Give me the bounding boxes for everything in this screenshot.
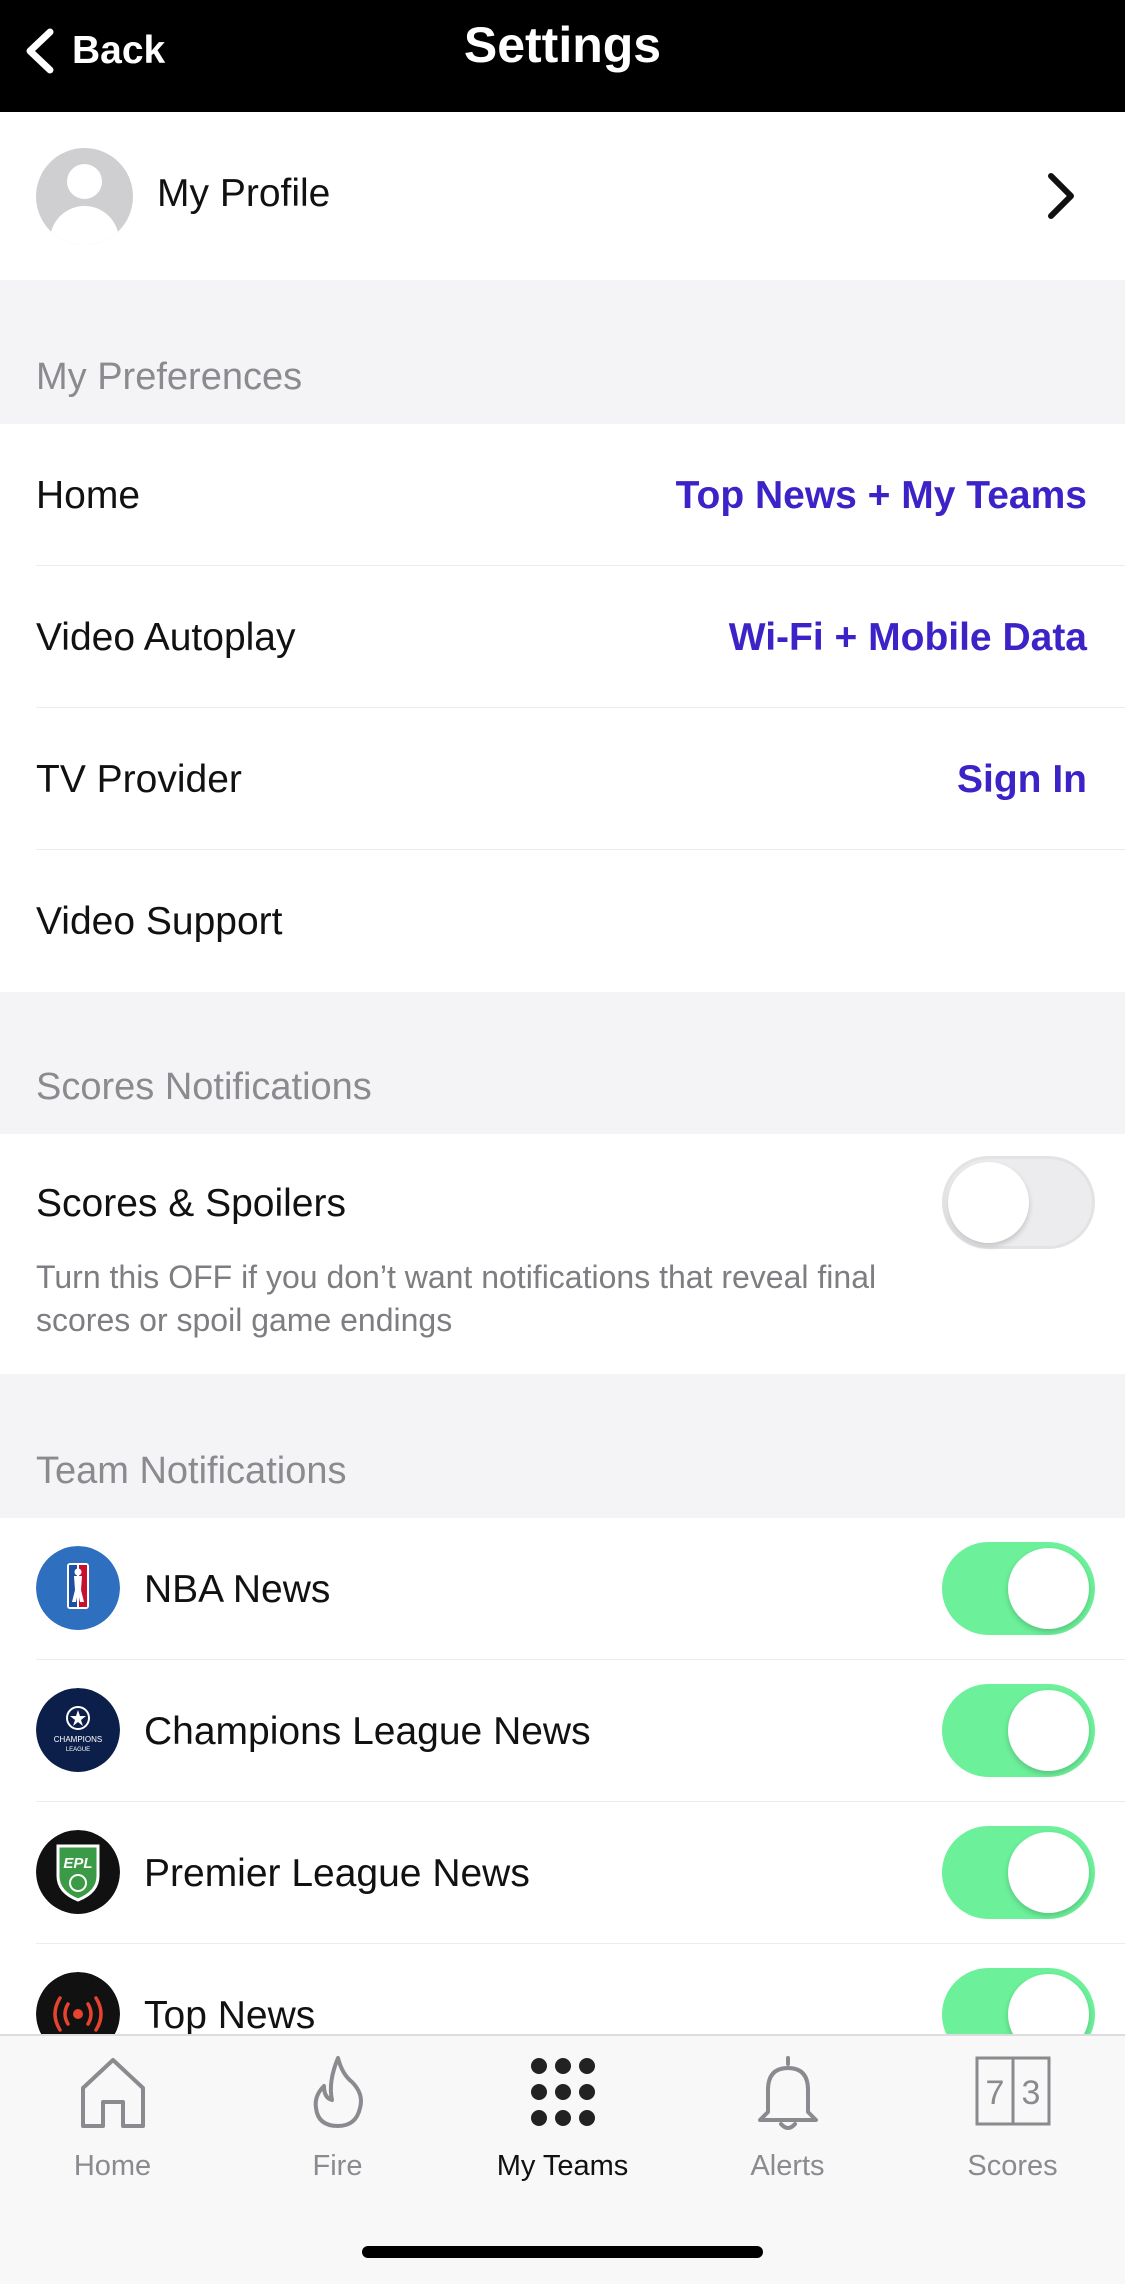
preferences-group: Home Top News + My Teams Video Autoplay … bbox=[0, 424, 1125, 992]
avatar-icon bbox=[36, 148, 133, 245]
house-icon bbox=[80, 2058, 145, 2128]
tab-my-teams[interactable]: My Teams bbox=[450, 2052, 675, 2212]
bell-icon bbox=[757, 2056, 818, 2130]
team-label: Top News bbox=[144, 1994, 316, 2037]
chevron-right-icon bbox=[1048, 173, 1074, 219]
tab-home[interactable]: Home bbox=[0, 2052, 225, 2212]
scores-spoilers-label: Scores & Spoilers bbox=[36, 1182, 346, 1225]
preference-row-tv-provider[interactable]: TV Provider Sign In bbox=[0, 708, 1125, 850]
tab-label: Home bbox=[73, 2150, 152, 2182]
row-label: Video Support bbox=[36, 900, 283, 943]
tab-label: Fire bbox=[312, 2150, 363, 2182]
row-label: TV Provider bbox=[36, 758, 242, 801]
tab-label: Alerts bbox=[750, 2150, 825, 2182]
team-label: NBA News bbox=[144, 1568, 331, 1611]
tab-label: Scores bbox=[967, 2150, 1058, 2182]
team-row-champions-league: CHAMPIONS LEAGUE Champions League News bbox=[0, 1660, 1125, 1802]
scores-spoilers-toggle[interactable] bbox=[942, 1156, 1095, 1249]
row-label: Home bbox=[36, 474, 141, 517]
section-header-teams: Team Notifications bbox=[36, 1450, 347, 1492]
tab-label: My Teams bbox=[496, 2150, 629, 2182]
scoreboard-icon: 7 3 bbox=[975, 2056, 1050, 2126]
my-profile-row[interactable]: My Profile bbox=[0, 112, 1125, 280]
preference-row-video-autoplay[interactable]: Video Autoplay Wi-Fi + Mobile Data bbox=[0, 566, 1125, 708]
preference-row-home[interactable]: Home Top News + My Teams bbox=[0, 424, 1125, 566]
premier-league-news-toggle[interactable] bbox=[942, 1826, 1095, 1919]
team-label: Premier League News bbox=[144, 1852, 530, 1895]
team-notifications-group: NBA News CHAMPIONS LEAGUE Champions Leag… bbox=[0, 1518, 1125, 2086]
svg-text:EPL: EPL bbox=[63, 1855, 92, 1872]
section-header-scores: Scores Notifications bbox=[36, 1066, 372, 1108]
page-title: Settings bbox=[463, 17, 662, 73]
scores-notifications-group: Scores & Spoilers Turn this OFF if you d… bbox=[0, 1134, 1125, 1374]
svg-text:CHAMPIONS: CHAMPIONS bbox=[54, 1735, 102, 1744]
champions-league-news-toggle[interactable] bbox=[942, 1684, 1095, 1777]
navigation-bar: Back Settings bbox=[0, 0, 1125, 112]
sign-in-link[interactable]: Sign In bbox=[957, 758, 1087, 802]
tab-fire[interactable]: Fire bbox=[225, 2052, 450, 2212]
premier-league-logo-icon: EPL bbox=[36, 1830, 120, 1914]
flame-icon bbox=[313, 2056, 363, 2128]
team-row-premier-league: EPL Premier League News bbox=[0, 1802, 1125, 1944]
tab-alerts[interactable]: Alerts bbox=[675, 2052, 900, 2212]
section-header-preferences: My Preferences bbox=[36, 356, 303, 398]
tab-scores[interactable]: 7 3 Scores bbox=[900, 2052, 1125, 2212]
champions-league-logo-icon: CHAMPIONS LEAGUE bbox=[36, 1688, 120, 1772]
nba-logo-icon bbox=[36, 1546, 120, 1630]
svg-text:LEAGUE: LEAGUE bbox=[66, 1747, 90, 1753]
svg-text:7: 7 bbox=[985, 2074, 1004, 2112]
row-value: Wi-Fi + Mobile Data bbox=[728, 616, 1087, 659]
row-label: Video Autoplay bbox=[36, 616, 296, 659]
preference-row-video-support[interactable]: Video Support bbox=[0, 850, 1125, 992]
scores-spoilers-description: Turn this OFF if you don’t want notifica… bbox=[36, 1259, 877, 1338]
my-profile-label: My Profile bbox=[157, 172, 331, 215]
nba-news-toggle[interactable] bbox=[942, 1542, 1095, 1635]
grid-dots-icon bbox=[530, 2058, 595, 2126]
team-row-nba: NBA News bbox=[0, 1518, 1125, 1660]
home-indicator bbox=[362, 2246, 763, 2258]
team-label: Champions League News bbox=[144, 1710, 591, 1753]
row-value: Top News + My Teams bbox=[675, 474, 1087, 517]
svg-text:3: 3 bbox=[1021, 2074, 1040, 2112]
